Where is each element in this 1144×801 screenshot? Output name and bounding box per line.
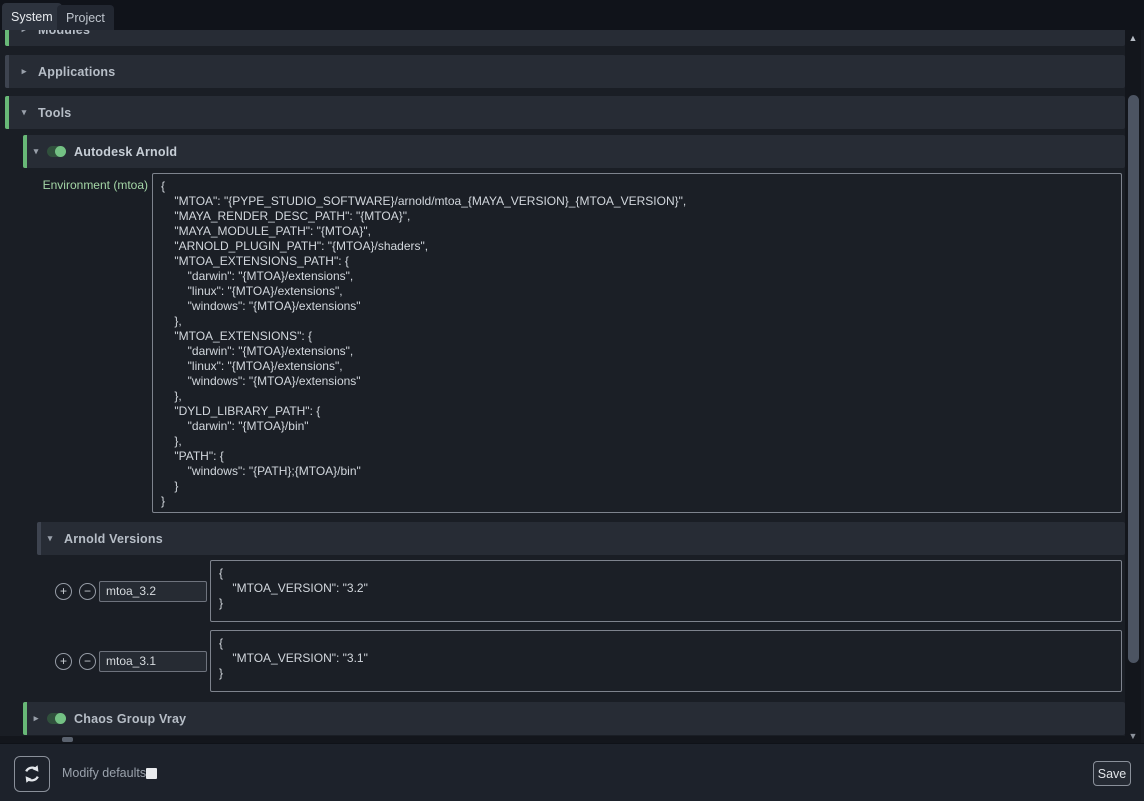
- environment-row: Environment (mtoa) { "MTOA": "{PYPE_STUD…: [23, 173, 1122, 513]
- chevron-down-icon: ▾: [18, 107, 30, 118]
- footer-bar: Modify defaults Save: [0, 743, 1144, 801]
- remove-version-button[interactable]: −: [79, 653, 96, 670]
- version-json-editor[interactable]: { "MTOA_VERSION": "3.1" }: [210, 630, 1122, 692]
- section-header-autodesk-arnold[interactable]: ▾ Autodesk Arnold: [23, 135, 1125, 168]
- section-label-chaos-group-vray: Chaos Group Vray: [74, 712, 186, 726]
- chevron-down-icon: ▾: [44, 533, 56, 544]
- modify-defaults-label: Modify defaults: [62, 744, 146, 801]
- version-row: + − { "MTOA_VERSION": "3.2" }: [55, 560, 1122, 622]
- chevron-right-icon: ▸: [30, 713, 42, 724]
- arnold-enabled-toggle[interactable]: [47, 146, 66, 157]
- vertical-scrollbar-thumb[interactable]: [1128, 95, 1139, 663]
- toggle-knob-icon: [55, 713, 66, 724]
- section-label-arnold-versions: Arnold Versions: [64, 532, 163, 546]
- refresh-button[interactable]: [14, 756, 50, 792]
- tab-system[interactable]: System: [2, 3, 62, 30]
- environment-json-editor[interactable]: { "MTOA": "{PYPE_STUDIO_SOFTWARE}/arnold…: [152, 173, 1122, 513]
- refresh-icon: [22, 764, 42, 784]
- version-row: + − { "MTOA_VERSION": "3.1" }: [55, 630, 1122, 692]
- chevron-right-icon: ▸: [18, 66, 30, 77]
- version-name-input[interactable]: [99, 651, 207, 672]
- horizontal-scrollbar-thumb[interactable]: [62, 737, 73, 742]
- section-label-tools: Tools: [38, 106, 71, 120]
- vray-enabled-toggle[interactable]: [47, 713, 66, 724]
- settings-scroll-area: ▸ Modules ▸ Applications ▾ Tools ▾ Autod…: [0, 30, 1125, 736]
- section-header-arnold-versions[interactable]: ▾ Arnold Versions: [37, 522, 1125, 555]
- remove-version-button[interactable]: −: [79, 583, 96, 600]
- save-button[interactable]: Save: [1093, 761, 1131, 786]
- section-label-applications: Applications: [38, 65, 115, 79]
- settings-window: System Project ▸ Modules ▸ Applications …: [0, 0, 1144, 801]
- section-label-modules: Modules: [38, 30, 90, 37]
- section-header-tools[interactable]: ▾ Tools: [5, 96, 1125, 129]
- version-name-input[interactable]: [99, 581, 207, 602]
- tab-bar: System Project: [0, 0, 1144, 30]
- modify-defaults-checkbox[interactable]: [146, 768, 157, 779]
- version-json-editor[interactable]: { "MTOA_VERSION": "3.2" }: [210, 560, 1122, 622]
- toggle-knob-icon: [55, 146, 66, 157]
- section-header-chaos-group-vray[interactable]: ▸ Chaos Group Vray: [23, 702, 1125, 735]
- environment-label: Environment (mtoa): [23, 173, 148, 192]
- section-header-modules[interactable]: ▸ Modules: [5, 30, 1125, 46]
- scrollbar-down-icon[interactable]: ▼: [1125, 731, 1141, 741]
- horizontal-scrollbar[interactable]: [0, 736, 1125, 743]
- tab-project[interactable]: Project: [57, 5, 114, 30]
- scrollbar-up-icon[interactable]: ▲: [1125, 33, 1141, 43]
- vertical-scrollbar[interactable]: ▲ ▼: [1125, 30, 1141, 743]
- chevron-right-icon: ▸: [18, 30, 30, 35]
- add-version-button[interactable]: +: [55, 583, 72, 600]
- section-label-autodesk-arnold: Autodesk Arnold: [74, 145, 177, 159]
- add-version-button[interactable]: +: [55, 653, 72, 670]
- chevron-down-icon: ▾: [30, 146, 42, 157]
- section-header-applications[interactable]: ▸ Applications: [5, 55, 1125, 88]
